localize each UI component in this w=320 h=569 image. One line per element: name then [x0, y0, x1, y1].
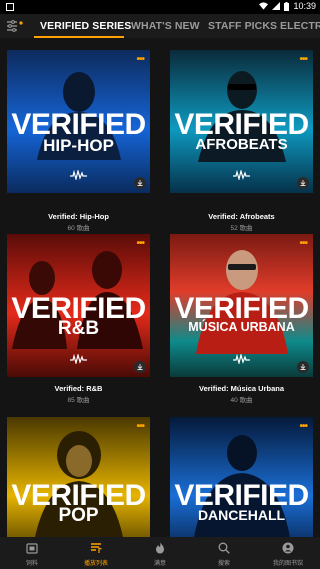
- library-icon: [282, 542, 294, 554]
- nav-library[interactable]: 我的图书馆: [256, 537, 320, 569]
- playlist-song-count: 60 歌曲: [67, 225, 90, 232]
- signal-icon: [272, 2, 281, 10]
- audiomack-logo-icon: [70, 354, 87, 364]
- cover-genre-text: HIP-HOP: [43, 136, 114, 155]
- flame-icon: [156, 542, 164, 554]
- download-icon[interactable]: [297, 177, 309, 189]
- wifi-icon: [259, 2, 269, 10]
- nav-trending[interactable]: 满意: [128, 537, 192, 569]
- status-icons: 10:39: [259, 1, 316, 11]
- playlist-cover[interactable]: ••• VERIFIED POP: [7, 417, 150, 537]
- cover-genre-text: MÚSICA URBANA: [188, 320, 295, 334]
- more-options-icon[interactable]: •••: [299, 54, 307, 65]
- search-icon: [218, 542, 230, 554]
- notification-icon: [6, 3, 14, 11]
- status-time: 10:39: [293, 1, 316, 11]
- nav-search[interactable]: 搜索: [192, 537, 256, 569]
- playlist-cover[interactable]: ••• VERIFIED MÚSICA URBANA: [170, 234, 313, 377]
- cover-genre-text: DANCEHALL: [197, 507, 286, 523]
- nav-feed[interactable]: 饲料: [0, 537, 64, 569]
- filter-icon[interactable]: [6, 19, 24, 33]
- playlist-song-count: 40 歌曲: [230, 397, 253, 404]
- cover-genre-text: AFROBEATS: [195, 136, 288, 153]
- more-options-icon[interactable]: •••: [299, 238, 307, 249]
- more-options-icon[interactable]: •••: [136, 421, 144, 432]
- playlist-cover[interactable]: ••• VERIFIED AFROBEATS: [170, 50, 313, 193]
- bottom-navigation: 饲料 播放列表 满意 搜索 我的图书馆: [0, 537, 320, 569]
- playlist-grid: ••• VERIFIED HIP-HOP Verified: Hip-Hop 6…: [0, 38, 320, 537]
- playlist-title[interactable]: Verified: Hip-Hop: [7, 212, 150, 221]
- tab-electro[interactable]: ELECTRO: [280, 14, 320, 38]
- playlist-title[interactable]: Verified: Afrobeats: [170, 212, 313, 221]
- tab-whats-new[interactable]: WHAT'S NEW: [131, 14, 200, 38]
- playlist-song-count: 85 歌曲: [67, 397, 90, 404]
- cover-genre-text: POP: [58, 505, 99, 526]
- nav-playlists-label: 播放列表: [83, 561, 108, 567]
- audiomack-logo-icon: [233, 170, 250, 180]
- nav-search-label: 搜索: [217, 561, 230, 567]
- playlist-cover[interactable]: ••• VERIFIED DANCEHALL: [170, 417, 313, 537]
- tab-verified-series[interactable]: VERIFIED SERIES: [40, 14, 131, 38]
- audiomack-logo-icon: [70, 170, 87, 180]
- nav-playlists[interactable]: 播放列表: [64, 537, 128, 569]
- playlist-cover[interactable]: ••• VERIFIED R&B: [7, 234, 150, 377]
- status-bar: 10:39: [0, 0, 320, 14]
- feed-icon: [26, 543, 38, 554]
- playlist-song-count: 52 歌曲: [230, 225, 253, 232]
- tab-staff-picks[interactable]: STAFF PICKS: [208, 14, 277, 38]
- nav-feed-label: 饲料: [25, 561, 38, 567]
- nav-library-label: 我的图书馆: [272, 561, 303, 567]
- more-options-icon[interactable]: •••: [136, 238, 144, 249]
- download-icon[interactable]: [134, 177, 146, 189]
- more-options-icon[interactable]: •••: [136, 54, 144, 65]
- download-icon[interactable]: [134, 361, 146, 373]
- playlist-cover[interactable]: ••• VERIFIED HIP-HOP: [7, 50, 150, 193]
- cover-genre-text: R&B: [57, 318, 100, 339]
- battery-icon: [284, 1, 290, 11]
- download-icon[interactable]: [297, 361, 309, 373]
- nav-trending-label: 满意: [153, 561, 166, 567]
- playlist-title[interactable]: Verified: R&B: [7, 384, 150, 393]
- category-tabs: VERIFIED SERIES WHAT'S NEW STAFF PICKS E…: [0, 14, 320, 38]
- audiomack-logo-icon: [233, 354, 250, 364]
- playlist-icon: [91, 543, 102, 553]
- more-options-icon[interactable]: •••: [299, 421, 307, 432]
- playlist-title[interactable]: Verified: Música Urbana: [170, 384, 313, 393]
